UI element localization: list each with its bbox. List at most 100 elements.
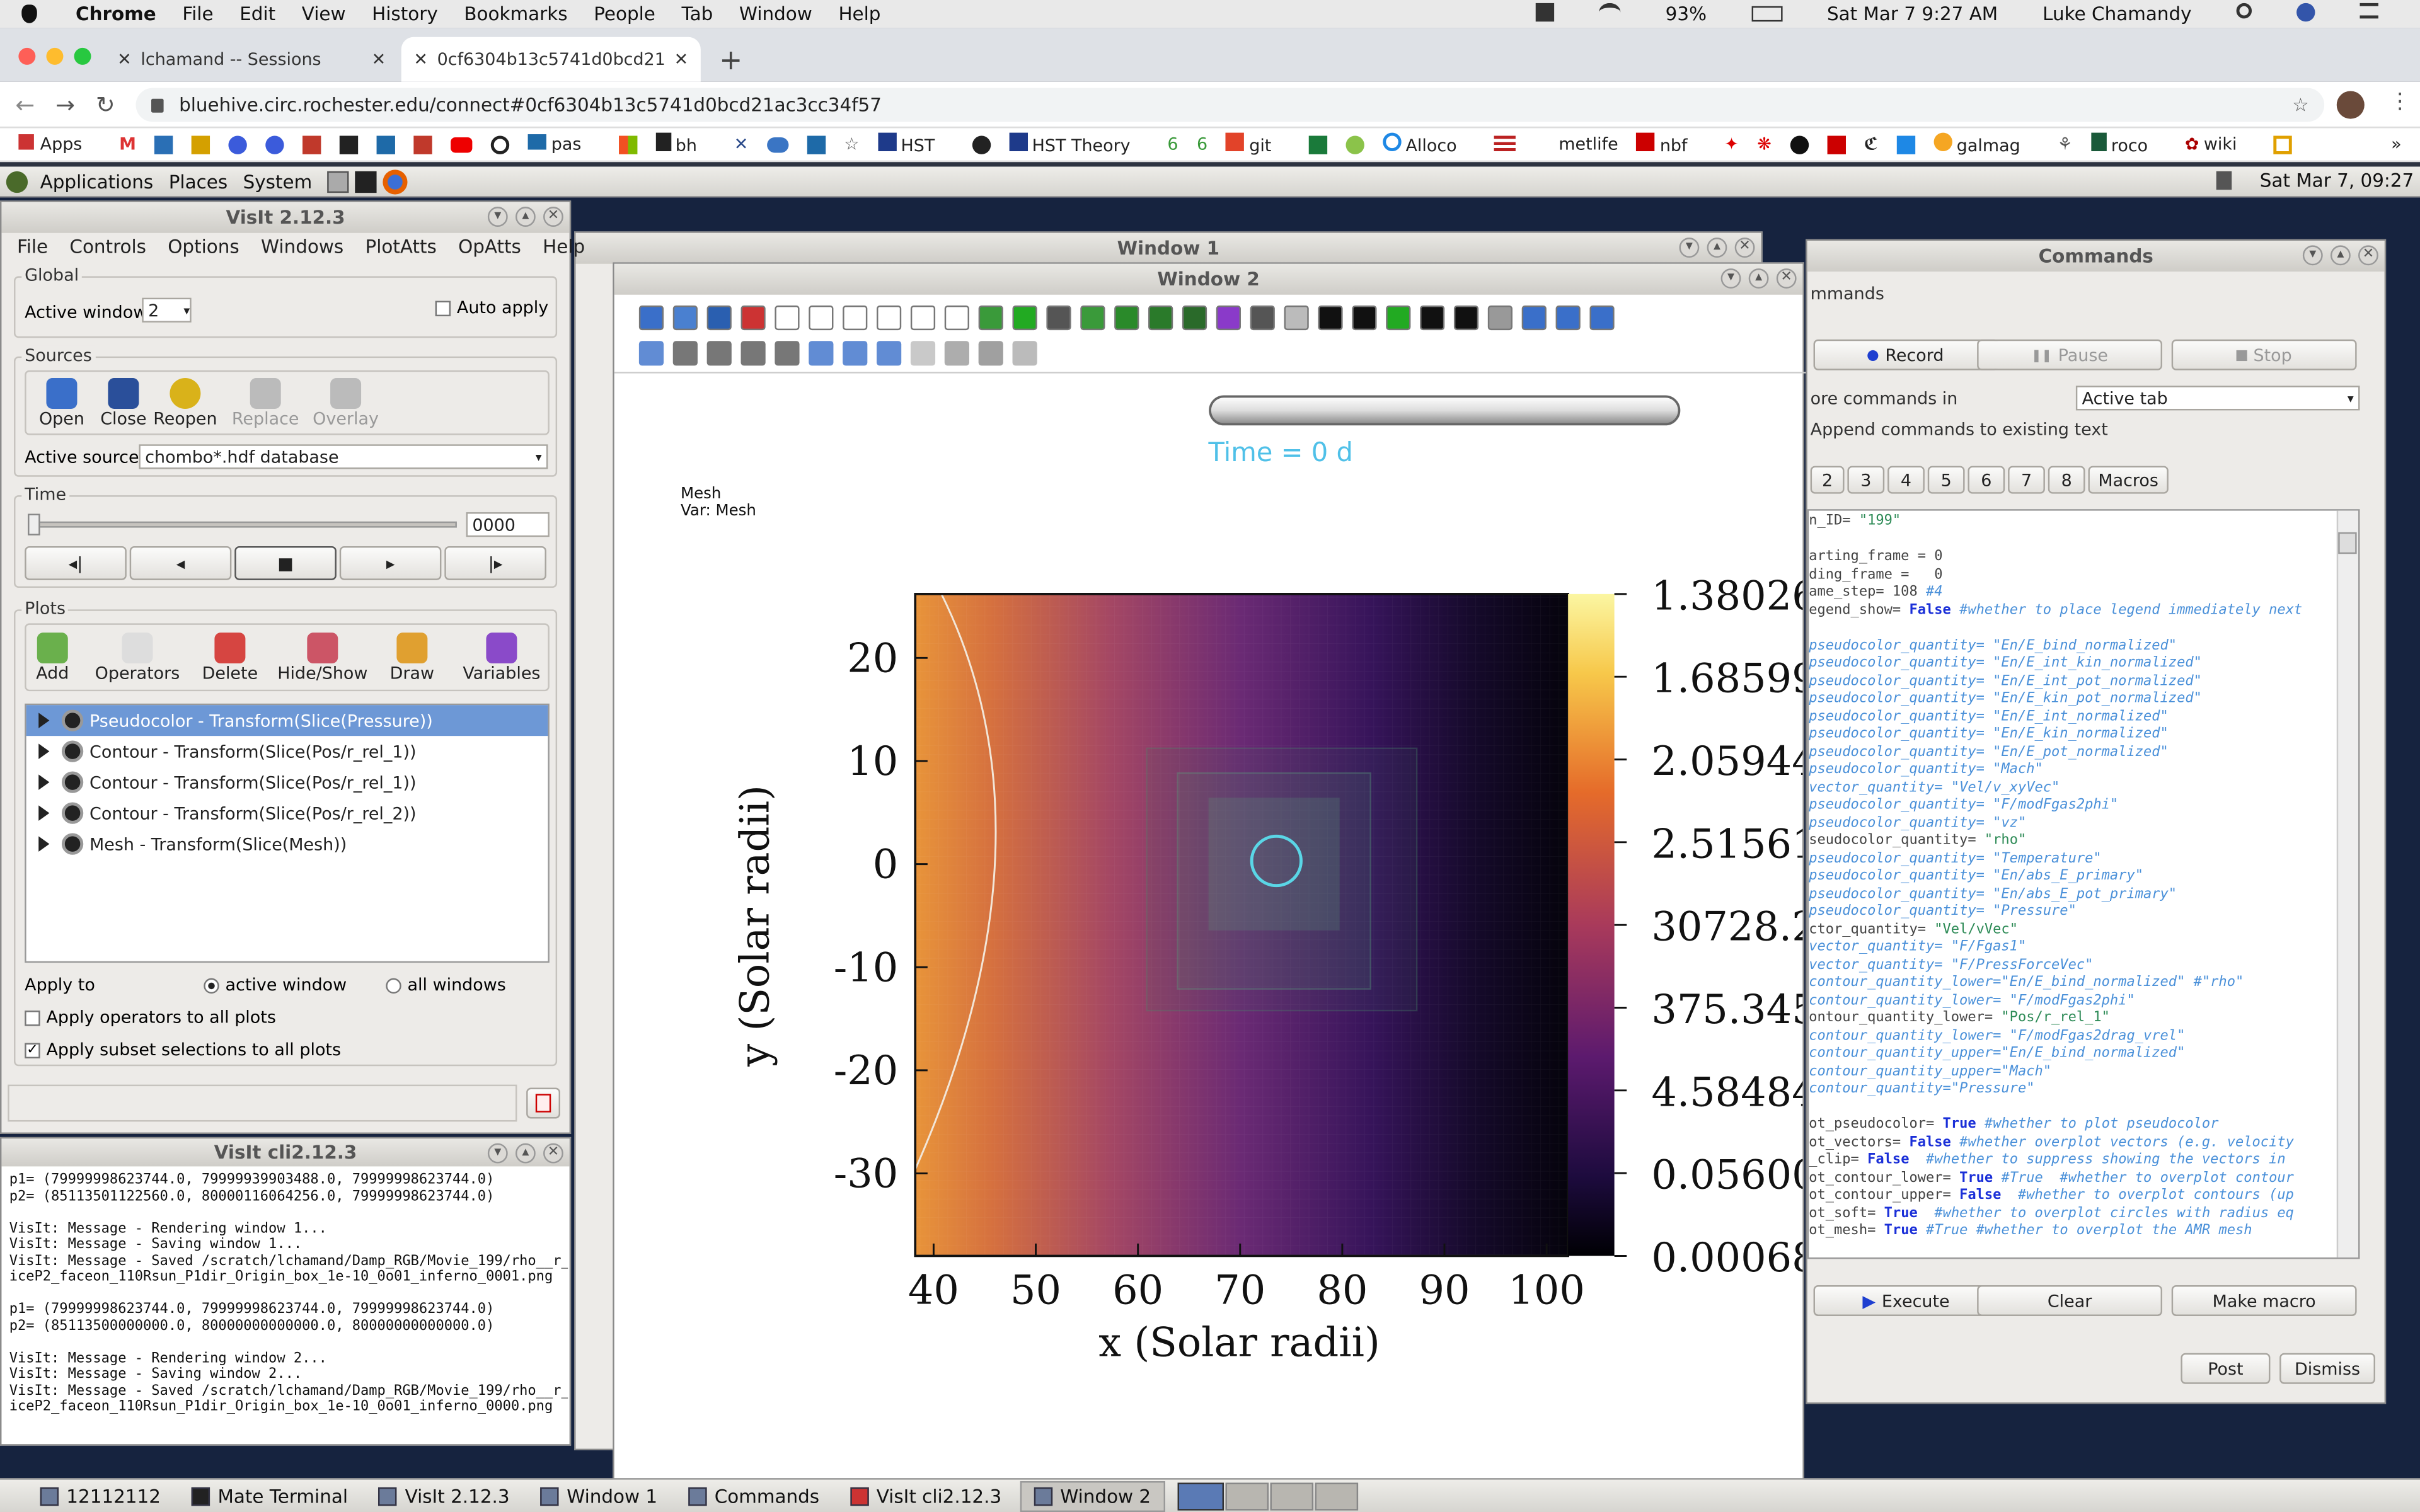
bookmark-icon[interactable] (265, 135, 285, 154)
forward-icon[interactable]: → (55, 91, 75, 118)
toolbar-tool-icon[interactable] (1080, 305, 1105, 331)
new-tab-icon[interactable]: + (719, 45, 742, 77)
profile-avatar[interactable] (2336, 91, 2365, 119)
bookmark-metlife[interactable]: metlife (1559, 134, 1618, 154)
bookmark-pas[interactable]: pas (528, 134, 600, 154)
active-source-select[interactable]: chombo*.hdf database ▾ (139, 444, 548, 469)
bookmark-alloco[interactable]: Alloco (1382, 132, 1475, 156)
clear-button[interactable]: Clear (1977, 1285, 2163, 1316)
visit-menu-options[interactable]: Options (168, 236, 239, 258)
close-tab-icon[interactable]: ✕ (372, 49, 386, 69)
toolbar-interactor-icon[interactable] (1012, 341, 1037, 366)
workspace-3[interactable] (1269, 1482, 1313, 1510)
open-source-button[interactable]: Open (26, 377, 98, 428)
bookmark-icon[interactable] (807, 135, 826, 154)
make-macro-button[interactable]: Make macro (2171, 1285, 2357, 1316)
commands-titlebar[interactable]: Commands ▾ ▴ ✕ (1807, 241, 2385, 272)
bookmark-icon[interactable]: ❋ (1757, 134, 1772, 154)
control-icon[interactable] (2360, 3, 2378, 19)
active-window-radio[interactable] (204, 978, 219, 994)
menu-clock[interactable]: Sat Mar 7 9:27 AM (1827, 3, 1998, 25)
toolbar-tool-icon[interactable] (1012, 305, 1037, 331)
time-field[interactable]: 0000 (466, 512, 550, 537)
maximize-icon[interactable]: ▴ (515, 1143, 536, 1164)
output-button[interactable] (526, 1087, 560, 1119)
apply-operators-checkbox[interactable] (25, 1011, 40, 1026)
play-button[interactable]: ▸ (339, 546, 442, 580)
plot-canvas[interactable]: Time = 0 d Mesh Var: Mesh 40 50 60 70 80 90 10… (614, 375, 1803, 1479)
user-name[interactable]: Luke Chamandy (2043, 3, 2191, 25)
close-icon[interactable]: ✕ (2358, 245, 2378, 266)
toolbar-tool-icon[interactable] (1318, 305, 1343, 331)
visibility-icon[interactable] (61, 802, 84, 824)
toolbar-tool-icon[interactable] (1487, 305, 1513, 331)
expand-icon[interactable] (38, 774, 50, 790)
toolbar-tool-icon[interactable] (1148, 305, 1173, 331)
bookmark-icon[interactable]: 6 (1197, 134, 1207, 154)
bookmark-icon[interactable]: 6 (1167, 134, 1178, 154)
window-2-titlebar[interactable]: Window 2 ▾ ▴ ✕ (614, 263, 1803, 295)
plot-list-item[interactable]: Contour - Transform(Slice(Pos/r_rel_2)) (26, 798, 548, 828)
time-slider[interactable] (28, 521, 457, 528)
tab-3[interactable]: 3 (1847, 466, 1885, 494)
stop-record-button[interactable]: Stop (2171, 339, 2357, 370)
draw-button[interactable]: Draw (381, 631, 443, 683)
gnome-foot-icon[interactable] (6, 170, 28, 192)
window-1-titlebar[interactable]: Window 1 ▾ ▴ ✕ (575, 232, 1761, 264)
workspace-2[interactable] (1224, 1482, 1269, 1510)
star-icon[interactable]: ☆ (2292, 94, 2308, 115)
visit-menu-plotatts[interactable]: PlotAtts (365, 236, 436, 258)
menu-tab[interactable]: Tab (681, 3, 713, 25)
tab-8[interactable]: 8 (2048, 466, 2085, 494)
toolbar-interactor-icon[interactable] (672, 341, 698, 366)
visibility-icon[interactable] (61, 709, 84, 731)
operators-button[interactable]: Operators (94, 631, 180, 683)
more-bookmarks-icon[interactable]: » (2391, 134, 2401, 154)
menu-applications[interactable]: Applications (40, 171, 154, 192)
expand-icon[interactable] (38, 743, 50, 759)
bookmark-hst[interactable]: HST (877, 132, 954, 156)
toolbar-tool-icon[interactable] (1284, 305, 1309, 331)
bookmark-icon[interactable] (413, 135, 433, 154)
bookmark-roco[interactable]: roco (2091, 132, 2167, 156)
toolbar-tool-icon[interactable] (1453, 305, 1479, 331)
minimize-icon[interactable]: ▾ (1720, 268, 1741, 289)
maximize-icon[interactable]: ▴ (1748, 268, 1769, 289)
toolbar-tool-icon[interactable] (706, 305, 732, 331)
taskbar-item[interactable]: Commands (676, 1480, 832, 1511)
bookmark-icon[interactable] (1790, 135, 1809, 154)
visit-menu-help[interactable]: Help (543, 236, 585, 258)
toolbar-tool-icon[interactable] (1182, 305, 1207, 331)
visit-titlebar[interactable]: VisIt 2.12.3 ▾ ▴ ✕ (1, 202, 570, 233)
execute-button[interactable]: ▶ Execute (1813, 1285, 1999, 1316)
close-icon[interactable]: ✕ (1734, 238, 1755, 258)
toolbar-tool-icon[interactable] (1420, 305, 1445, 331)
close-icon[interactable]: ✕ (543, 207, 563, 227)
bookmark-icon[interactable] (1896, 135, 1915, 154)
bookmark-icon[interactable]: ⚘ (2057, 134, 2072, 154)
menu-file[interactable]: File (182, 3, 213, 25)
visit-menu-opatts[interactable]: OpAtts (458, 236, 521, 258)
maple-leaf-icon[interactable]: ✦ (1724, 134, 1739, 154)
stop-button[interactable]: ■ (234, 546, 337, 580)
back-icon[interactable]: ← (15, 91, 35, 118)
toolbar-interactor-icon[interactable] (843, 341, 868, 366)
menu-view[interactable]: View (302, 3, 346, 25)
flag-icon[interactable] (1494, 135, 1516, 154)
toolbar-tool-icon[interactable] (978, 305, 1003, 331)
expand-icon[interactable] (38, 713, 50, 728)
bookmark-hst-theory[interactable]: HST Theory (1008, 132, 1149, 156)
cli-output[interactable]: p1= (79999998623744.0, 79999939903488.0,… (9, 1172, 568, 1441)
toolbar-interactor-icon[interactable] (775, 341, 800, 366)
toolbar-tool-icon[interactable] (1589, 305, 1615, 331)
command-editor[interactable]: n_ID= "199" arting_frame = 0 ding_frame =… (1807, 509, 2360, 1259)
plot-list-item[interactable]: Contour - Transform(Slice(Pos/r_rel_1)) (26, 767, 548, 798)
toolbar-tool-icon[interactable] (1216, 305, 1241, 331)
taskbar-item[interactable]: Mate Terminal (179, 1480, 360, 1511)
search-icon[interactable] (2236, 3, 2252, 19)
workspace-switcher[interactable] (1177, 1482, 1358, 1510)
tab-5[interactable]: 5 (1927, 466, 1965, 494)
workspace-1[interactable] (1177, 1482, 1224, 1510)
expand-icon[interactable] (38, 836, 50, 852)
menu-window[interactable]: Window (739, 3, 812, 25)
